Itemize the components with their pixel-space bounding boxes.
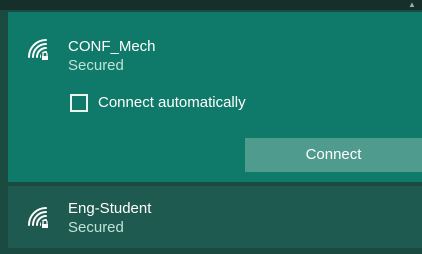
network-status: Secured — [68, 219, 124, 236]
wifi-secured-icon — [26, 206, 52, 228]
wifi-flyout: ▲ CONF_Mech Secured Connect automaticall… — [0, 0, 422, 254]
connect-automatically-label[interactable]: Connect automatically — [98, 94, 246, 112]
wifi-secured-icon — [26, 38, 52, 60]
network-item-conf-mech[interactable]: CONF_Mech Secured Connect automatically … — [8, 12, 422, 182]
connect-automatically-checkbox[interactable] — [70, 94, 88, 112]
network-item-eng-student[interactable]: Eng-Student Secured — [8, 186, 422, 248]
network-ssid: Eng-Student — [68, 200, 152, 217]
flyout-top-strip: ▲ — [0, 0, 422, 10]
connect-button[interactable]: Connect — [245, 138, 422, 172]
scroll-up-icon[interactable]: ▲ — [408, 1, 416, 9]
network-status: Secured — [68, 57, 124, 74]
network-ssid: CONF_Mech — [68, 38, 156, 55]
